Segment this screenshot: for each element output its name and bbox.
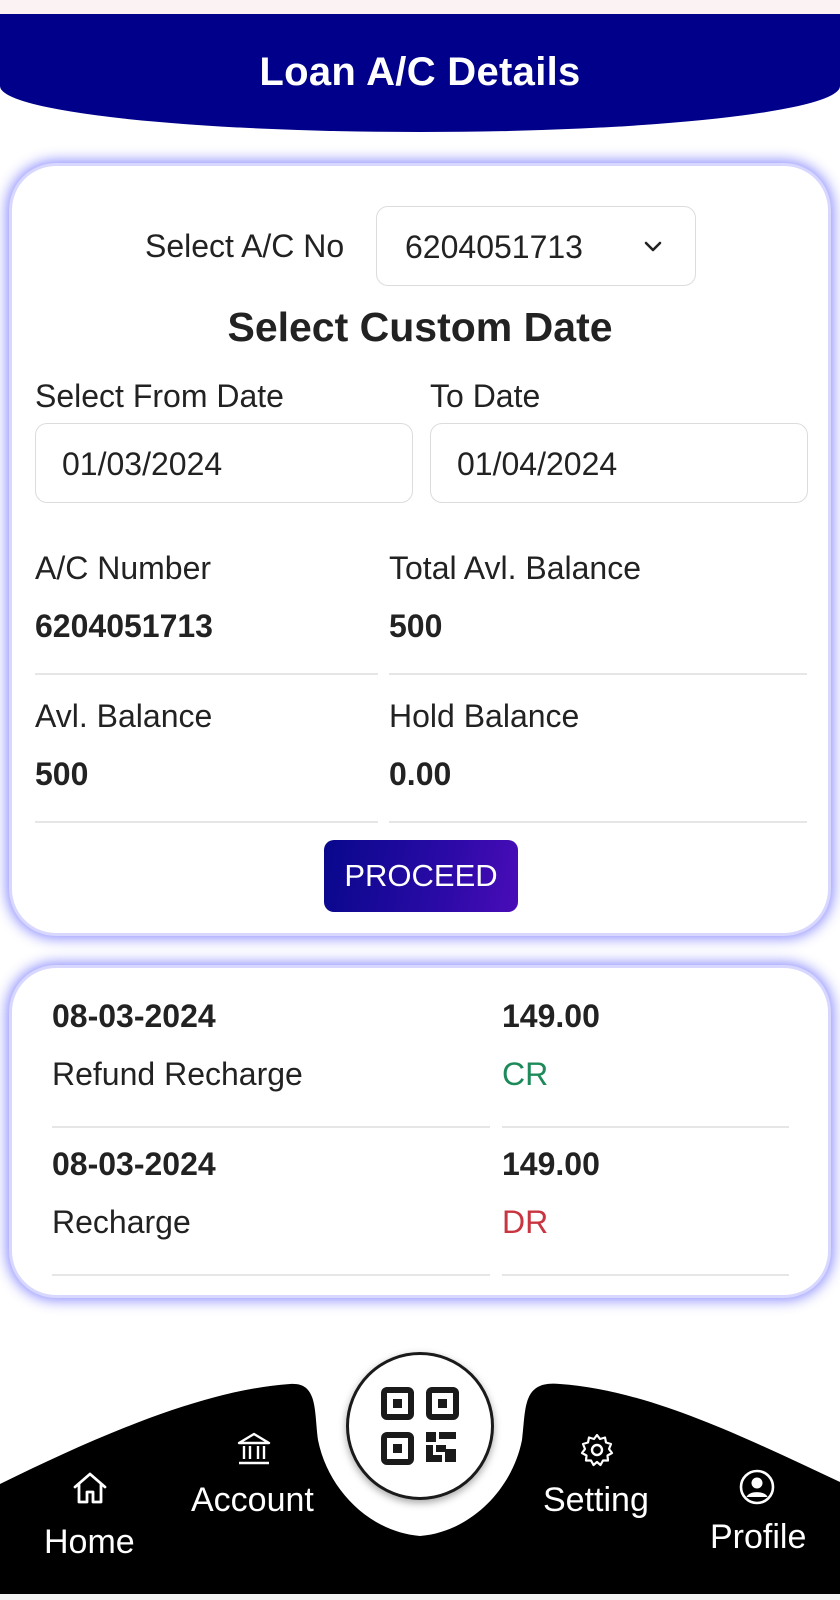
- divider: [52, 1274, 490, 1276]
- nav-account-label: Account: [191, 1481, 314, 1519]
- page-header: Loan A/C Details: [0, 14, 840, 132]
- gear-icon: [580, 1433, 614, 1467]
- account-select-row: Select A/C No 6204051713: [0, 206, 840, 286]
- divider: [502, 1126, 789, 1128]
- divider: [389, 673, 807, 675]
- nav-home-label: Home: [44, 1523, 135, 1561]
- status-strip: [0, 0, 840, 14]
- transaction-date: 08-03-2024: [52, 1146, 216, 1182]
- from-date-field[interactable]: 01/03/2024: [35, 423, 413, 503]
- scan-qr-button[interactable]: [346, 1352, 494, 1500]
- ac-number-label: A/C Number: [35, 550, 212, 586]
- account-select-dropdown[interactable]: 6204051713: [376, 206, 696, 286]
- bank-icon: [237, 1432, 271, 1465]
- total-balance-value: 500: [389, 608, 443, 644]
- system-gesture-bar: [0, 1594, 840, 1600]
- transaction-type-cr: CR: [502, 1056, 549, 1092]
- to-date-label: To Date: [430, 378, 541, 414]
- divider: [52, 1126, 490, 1128]
- divider: [35, 673, 378, 675]
- transaction-description: Recharge: [52, 1204, 191, 1240]
- to-date-value: 01/04/2024: [457, 446, 618, 482]
- from-date-label: Select From Date: [35, 378, 284, 414]
- divider: [389, 821, 807, 823]
- transaction-date: 08-03-2024: [52, 998, 216, 1034]
- to-date-field[interactable]: 01/04/2024: [430, 423, 808, 503]
- account-select-value: 6204051713: [405, 229, 583, 265]
- transaction-type-dr: DR: [502, 1204, 549, 1240]
- nav-profile-label: Profile: [710, 1518, 807, 1556]
- account-select-label: Select A/C No: [145, 228, 345, 264]
- divider: [35, 821, 378, 823]
- avl-balance-label: Avl. Balance: [35, 698, 213, 734]
- ac-number-value: 6204051713: [35, 608, 213, 644]
- divider: [502, 1274, 789, 1276]
- custom-date-title: Select Custom Date: [227, 304, 613, 350]
- hold-balance-label: Hold Balance: [389, 698, 580, 734]
- user-circle-icon: [739, 1469, 775, 1505]
- nav-setting-label: Setting: [543, 1481, 649, 1519]
- proceed-button[interactable]: PROCEED: [324, 840, 518, 912]
- page-title: Loan A/C Details: [259, 50, 581, 94]
- transaction-amount: 149.00: [502, 1146, 600, 1182]
- transaction-description: Refund Recharge: [52, 1056, 303, 1092]
- total-balance-label: Total Avl. Balance: [389, 550, 642, 586]
- chevron-down-icon: [644, 241, 662, 252]
- hold-balance-value: 0.00: [389, 756, 452, 792]
- transaction-amount: 149.00: [502, 998, 600, 1034]
- qr-code-icon: [381, 1387, 459, 1465]
- home-icon: [73, 1472, 107, 1504]
- from-date-value: 01/03/2024: [62, 446, 223, 482]
- avl-balance-value: 500: [35, 756, 89, 792]
